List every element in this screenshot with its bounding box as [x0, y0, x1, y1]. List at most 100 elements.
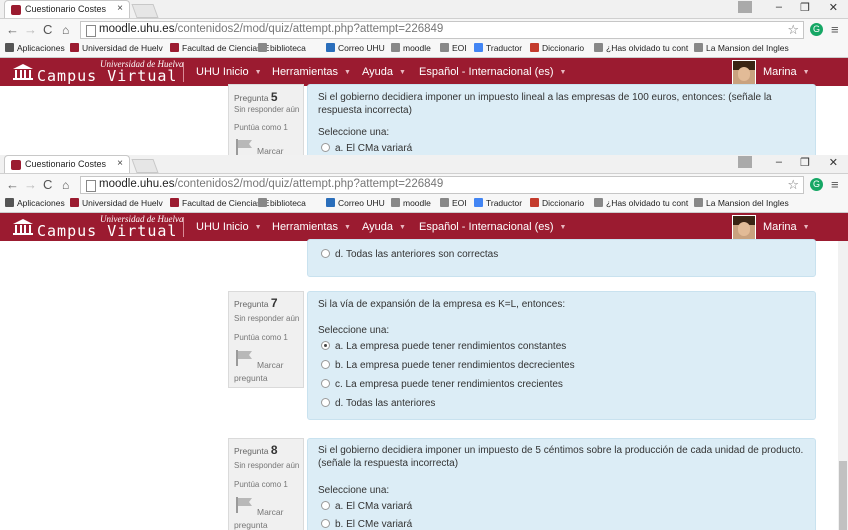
address-bar[interactable]: moodle.uhu.es/contenidos2/mod/quiz/attem…: [80, 176, 804, 194]
bookmark-item[interactable]: moodle: [391, 43, 431, 53]
bookmark-item[interactable]: Correo UHU: [326, 43, 385, 53]
bookmark-star-icon[interactable]: ☆: [787, 22, 799, 38]
menu-language[interactable]: Español - Internacional (es) ▼: [419, 221, 566, 233]
window-close-icon[interactable]: ✕: [829, 156, 838, 169]
minimize-icon[interactable]: –: [776, 156, 782, 168]
home-icon[interactable]: ⌂: [62, 23, 69, 37]
radio-button-selected[interactable]: [321, 341, 330, 350]
bookmark-item[interactable]: EOI: [440, 43, 467, 53]
answer-option-c[interactable]: c. La empresa puede tener rendimientos c…: [321, 379, 563, 390]
radio-button[interactable]: [321, 379, 330, 388]
answer-option-a[interactable]: a. El CMa variará: [321, 501, 412, 512]
radio-button[interactable]: [321, 249, 330, 258]
flag-question-label-2[interactable]: pregunta: [234, 520, 268, 530]
menu-herramientas[interactable]: Herramientas ▼: [272, 66, 351, 78]
bookmark-item[interactable]: Facultad de Ciencias E: [170, 198, 269, 208]
bookmark-label: Diccionario: [542, 43, 585, 53]
restore-icon[interactable]: ❐: [800, 1, 810, 14]
bookmark-item[interactable]: Aplicaciones: [5, 43, 65, 53]
menu-ayuda[interactable]: Ayuda ▼: [362, 66, 406, 78]
radio-button[interactable]: [321, 501, 330, 510]
browser-menu-icon[interactable]: ≡: [831, 177, 839, 192]
browser-tab[interactable]: Cuestionario Costes ×: [4, 155, 130, 173]
campus-virtual-logo[interactable]: Campus Virtual: [37, 222, 177, 240]
answer-option[interactable]: a. El CMa variará: [321, 143, 412, 154]
flag-icon[interactable]: [235, 497, 253, 513]
tab-close-icon[interactable]: ×: [117, 158, 123, 169]
extension-icon[interactable]: G: [810, 178, 823, 191]
bookmark-item[interactable]: biblioteca: [258, 198, 306, 208]
browser-menu-icon[interactable]: ≡: [831, 22, 839, 37]
scrollbar-thumb[interactable]: [839, 461, 847, 530]
radio-button[interactable]: [321, 360, 330, 369]
answer-option-a[interactable]: a. La empresa puede tener rendimientos c…: [321, 341, 566, 352]
bookmark-item[interactable]: Universidad de Huelv: [70, 198, 163, 208]
flag-question-label-2[interactable]: pregunta: [234, 373, 268, 383]
browser-tab[interactable]: Cuestionario Costes ×: [4, 0, 130, 18]
answer-option-b[interactable]: b. El CMe variará: [321, 519, 412, 530]
bookmark-item[interactable]: ¿Has olvidado tu cont: [594, 198, 688, 208]
answer-option[interactable]: d. Todas las anteriores son correctas: [321, 249, 498, 260]
flag-icon[interactable]: [235, 139, 253, 155]
bookmark-item[interactable]: La Mansion del Ingles: [694, 198, 789, 208]
restore-icon[interactable]: ❐: [800, 156, 810, 169]
new-tab-button[interactable]: [131, 159, 159, 173]
home-icon[interactable]: ⌂: [62, 178, 69, 192]
forward-arrow-icon[interactable]: →: [24, 22, 37, 37]
new-tab-button[interactable]: [131, 4, 159, 18]
bookmark-label: ¿Has olvidado tu cont: [606, 198, 689, 208]
menu-uhu-inicio[interactable]: UHU Inicio ▼: [196, 66, 262, 78]
bookmark-item[interactable]: biblioteca: [258, 43, 306, 53]
question-number: Pregunta 8: [234, 443, 278, 457]
bookmark-item[interactable]: Traductor: [474, 198, 522, 208]
question-text: Si el gobierno decidiera imponer un impu…: [318, 92, 772, 116]
bookmark-item[interactable]: Universidad de Huelv: [70, 43, 163, 53]
extension-icon[interactable]: G: [810, 23, 823, 36]
flag-icon[interactable]: [235, 350, 253, 366]
reload-icon[interactable]: C: [43, 177, 52, 192]
bookmark-item[interactable]: moodle: [391, 198, 431, 208]
bookmark-item[interactable]: Diccionario: [530, 43, 584, 53]
flag-question-label[interactable]: Marcar: [257, 360, 283, 370]
page-info-icon[interactable]: [86, 25, 96, 37]
wr-icon: [530, 198, 539, 207]
campus-virtual-logo[interactable]: Campus Virtual: [37, 67, 177, 85]
tab-close-icon[interactable]: ×: [117, 3, 123, 14]
window-close-icon[interactable]: ✕: [829, 1, 838, 14]
question-state: Sin responder aún: [234, 461, 300, 470]
bookmark-star-icon[interactable]: ☆: [787, 177, 799, 193]
radio-button[interactable]: [321, 398, 330, 407]
menu-language[interactable]: Español - Internacional (es) ▼: [419, 66, 566, 78]
menu-ayuda[interactable]: Ayuda ▼: [362, 221, 406, 233]
avatar[interactable]: [732, 60, 756, 85]
page-info-icon[interactable]: [86, 180, 96, 192]
menu-uhu-inicio[interactable]: UHU Inicio ▼: [196, 221, 262, 233]
profile-icon[interactable]: [738, 156, 752, 168]
bookmark-item[interactable]: Diccionario: [530, 198, 584, 208]
back-arrow-icon[interactable]: ←: [6, 22, 19, 37]
radio-button[interactable]: [321, 519, 330, 528]
radio-button[interactable]: [321, 143, 330, 152]
bookmark-item[interactable]: Correo UHU: [326, 198, 385, 208]
scrollbar[interactable]: [838, 241, 848, 530]
bookmark-item[interactable]: EOI: [440, 198, 467, 208]
user-menu[interactable]: Marina ▼: [763, 221, 810, 233]
bookmark-item[interactable]: ¿Has olvidado tu cont: [594, 43, 688, 53]
flag-question-label[interactable]: Marcar: [257, 146, 283, 155]
answer-option-b[interactable]: b. La empresa puede tener rendimientos d…: [321, 360, 575, 371]
bookmark-item[interactable]: Traductor: [474, 43, 522, 53]
minimize-icon[interactable]: –: [776, 1, 782, 13]
user-menu[interactable]: Marina ▼: [763, 66, 810, 78]
answer-option-d[interactable]: d. Todas las anteriores: [321, 398, 435, 409]
avatar[interactable]: [732, 215, 756, 240]
bookmark-item[interactable]: Aplicaciones: [5, 198, 65, 208]
bookmark-item[interactable]: La Mansion del Ingles: [694, 43, 789, 53]
profile-icon[interactable]: [738, 1, 752, 13]
address-bar[interactable]: moodle.uhu.es/contenidos2/mod/quiz/attem…: [80, 21, 804, 39]
flag-question-label[interactable]: Marcar: [257, 507, 283, 517]
forward-arrow-icon[interactable]: →: [24, 177, 37, 192]
reload-icon[interactable]: C: [43, 22, 52, 37]
menu-herramientas[interactable]: Herramientas ▼: [272, 221, 351, 233]
bookmark-item[interactable]: Facultad de Ciencias E: [170, 43, 269, 53]
back-arrow-icon[interactable]: ←: [6, 177, 19, 192]
